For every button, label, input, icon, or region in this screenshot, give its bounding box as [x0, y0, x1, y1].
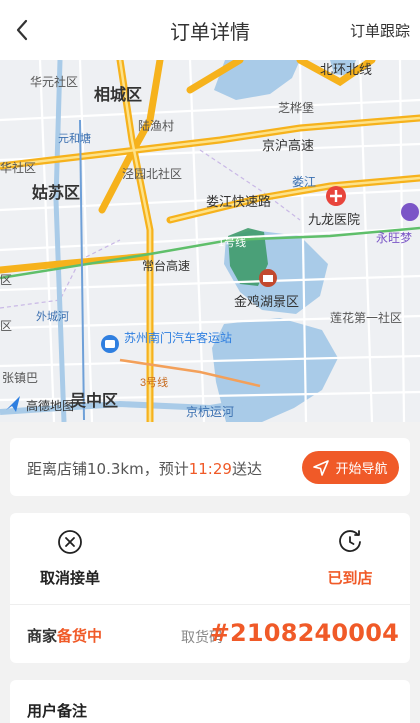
map-label: 苏州南门汽车客运站	[124, 330, 232, 345]
map-label: 九龙医院	[308, 212, 360, 227]
hospital-marker	[326, 186, 346, 206]
header-bar: 订单详情 订单跟踪	[0, 0, 420, 60]
map-label: 华元社区	[30, 74, 78, 89]
map-label: 泾园北社区	[122, 166, 182, 181]
eta-prefix: 距离店铺10.3km，预计	[27, 460, 189, 478]
close-circle-icon	[58, 530, 82, 554]
map-label: 娄江	[292, 174, 316, 189]
divider	[10, 604, 410, 605]
order-tracking-link[interactable]: 订单跟踪	[350, 20, 410, 41]
map-label: 金鸡湖景区	[234, 294, 299, 309]
chevron-left-icon	[16, 19, 28, 41]
map-label: 娄江快速路	[206, 194, 271, 209]
route-map[interactable]: 华元社区 相城区 陆渔村 元和塘 泾园北社区 华社区 姑苏区 京沪高速 娄江快速…	[0, 60, 420, 422]
map-label: 1号线	[218, 235, 246, 249]
map-label: 姑苏区	[32, 183, 80, 202]
map-label: 元和塘	[58, 131, 91, 145]
user-note-title: 用户备注	[27, 702, 88, 720]
map-label: 区	[0, 273, 12, 287]
map-label: 外城河	[36, 310, 69, 323]
start-navigation-button[interactable]: 开始导航	[302, 451, 399, 484]
merchant-label: 商家	[27, 627, 58, 645]
map-label: 永旺梦	[376, 231, 412, 245]
map-label: 高德地图	[26, 398, 74, 413]
map-label: 常台高速	[142, 258, 190, 273]
map-label: 吴中区	[70, 391, 118, 410]
map-label: 芝桦堡	[278, 100, 314, 115]
arrived-store-label: 已到店	[327, 569, 373, 587]
map-label: 3号线	[140, 375, 168, 389]
scenic-marker	[259, 269, 277, 287]
map-label: 京沪高速	[262, 138, 314, 153]
navigation-arrow-icon	[313, 459, 330, 476]
clock-refresh-icon	[339, 530, 361, 552]
map-label: 区	[0, 319, 12, 333]
merchant-status: 商家备货中	[27, 625, 102, 646]
navigation-label: 开始导航	[335, 462, 388, 477]
map-label: 陆渔村	[138, 118, 174, 133]
eta-suffix: 送达	[231, 460, 262, 478]
mall-marker	[401, 203, 419, 221]
cancel-order-label: 取消接单	[39, 569, 100, 587]
back-button[interactable]	[6, 14, 38, 46]
arrived-store-button[interactable]: 已到店	[290, 529, 410, 588]
user-note-card: 用户备注	[10, 680, 410, 723]
pickup-code: #2108240004	[209, 619, 399, 647]
bus-station-marker	[101, 335, 119, 353]
order-actions-card: 取消接单 已到店 商家备货中 取货码 #2108240004	[10, 513, 410, 663]
merchant-state: 备货中	[57, 627, 103, 645]
map-label: 京杭运河	[186, 404, 234, 419]
map-label: 华社区	[0, 160, 36, 175]
map-label: 北环北线	[320, 62, 372, 77]
map-label: 相城区	[94, 85, 142, 104]
cancel-order-button[interactable]: 取消接单	[10, 529, 130, 588]
eta-info: 距离店铺10.3km，预计11:29送达	[27, 458, 262, 479]
eta-card: 距离店铺10.3km，预计11:29送达 开始导航	[10, 438, 410, 496]
eta-time: 11:29	[188, 460, 232, 478]
map-label: 莲花第一社区	[330, 310, 402, 325]
map-label: 张镇巴	[2, 371, 38, 385]
